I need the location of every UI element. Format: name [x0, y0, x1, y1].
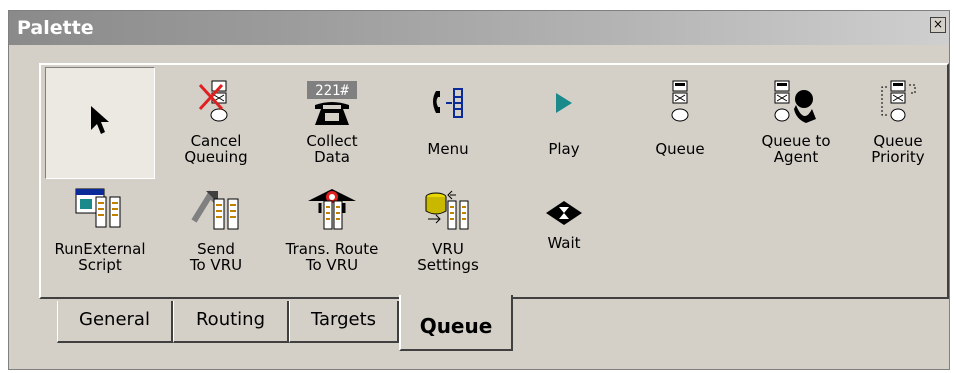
tool-label-line2: Settings	[417, 256, 479, 274]
title-bar[interactable]: Palette ×	[9, 11, 949, 45]
tool-play[interactable]: Play	[509, 67, 619, 179]
queue-priority-icon	[843, 80, 953, 125]
tool-label-line1: Send	[197, 240, 235, 258]
tool-label-line2: Data	[314, 148, 350, 166]
tool-label: Queue	[655, 140, 705, 158]
keypad-text: 221#	[315, 83, 349, 99]
tool-panel: Cancel Queuing 221# Collect Data Menu Pl…	[39, 63, 949, 299]
tool-label-line1: VRU	[432, 240, 464, 258]
tool-label: Play	[548, 140, 580, 158]
tool-collect-data[interactable]: 221# Collect Data	[277, 67, 387, 179]
menu-icon	[393, 81, 503, 125]
tool-label-line1: Queue to	[761, 132, 831, 150]
tool-queue[interactable]: Queue	[625, 67, 735, 179]
tool-label-line1: Trans. Route	[285, 240, 379, 258]
tool-label-line2: To VRU	[305, 256, 359, 274]
tool-run-external-script[interactable]: RunExternal Script	[41, 183, 159, 295]
tool-label-line2: To VRU	[189, 256, 243, 274]
play-icon	[509, 81, 619, 125]
window-title: Palette	[17, 17, 94, 39]
tool-label: Menu	[427, 140, 469, 158]
tab-routing[interactable]: Routing	[173, 301, 289, 343]
tool-label-line1: Queue	[873, 132, 923, 150]
wait-icon	[509, 191, 619, 235]
vru-settings-icon	[393, 187, 503, 231]
tool-menu[interactable]: Menu	[393, 67, 503, 179]
tool-label-line1: RunExternal	[54, 240, 146, 258]
tool-pointer[interactable]	[45, 67, 155, 179]
tab-queue[interactable]: Queue	[399, 295, 513, 351]
tool-wait[interactable]: Wait	[509, 183, 619, 295]
arrow-pointer-icon	[46, 98, 154, 142]
send-to-vru-icon	[161, 187, 271, 231]
tool-trans-route-to-vru[interactable]: Trans. Route To VRU	[277, 183, 387, 295]
tool-send-to-vru[interactable]: Send To VRU	[161, 183, 271, 295]
tool-queue-to-agent[interactable]: Queue to Agent	[741, 67, 851, 179]
queue-to-agent-icon	[741, 80, 851, 125]
run-external-script-icon	[41, 187, 159, 231]
tab-targets[interactable]: Targets	[289, 301, 399, 343]
tab-general[interactable]: General	[57, 301, 173, 343]
tool-label-line2: Priority	[871, 148, 925, 166]
tool-label-line1: Cancel	[190, 132, 242, 150]
tool-queue-priority[interactable]: Queue Priority	[843, 67, 953, 179]
tool-label-line1: Collect	[306, 132, 358, 150]
tool-cancel-queuing[interactable]: Cancel Queuing	[161, 67, 271, 179]
tool-label-line2: Queuing	[184, 148, 248, 166]
tool-vru-settings[interactable]: VRU Settings	[393, 183, 503, 295]
palette-window: Palette × Cancel Queuing 221# Collect Da…	[8, 10, 950, 370]
tool-label-line2: Script	[78, 256, 122, 274]
close-button[interactable]: ×	[930, 17, 946, 33]
queue-icon	[625, 80, 735, 125]
trans-route-to-vru-icon	[277, 187, 387, 231]
tool-label: Wait	[547, 234, 581, 252]
collect-data-icon: 221#	[277, 81, 387, 125]
tool-label-line2: Agent	[773, 148, 819, 166]
cancel-queuing-icon	[161, 80, 271, 125]
